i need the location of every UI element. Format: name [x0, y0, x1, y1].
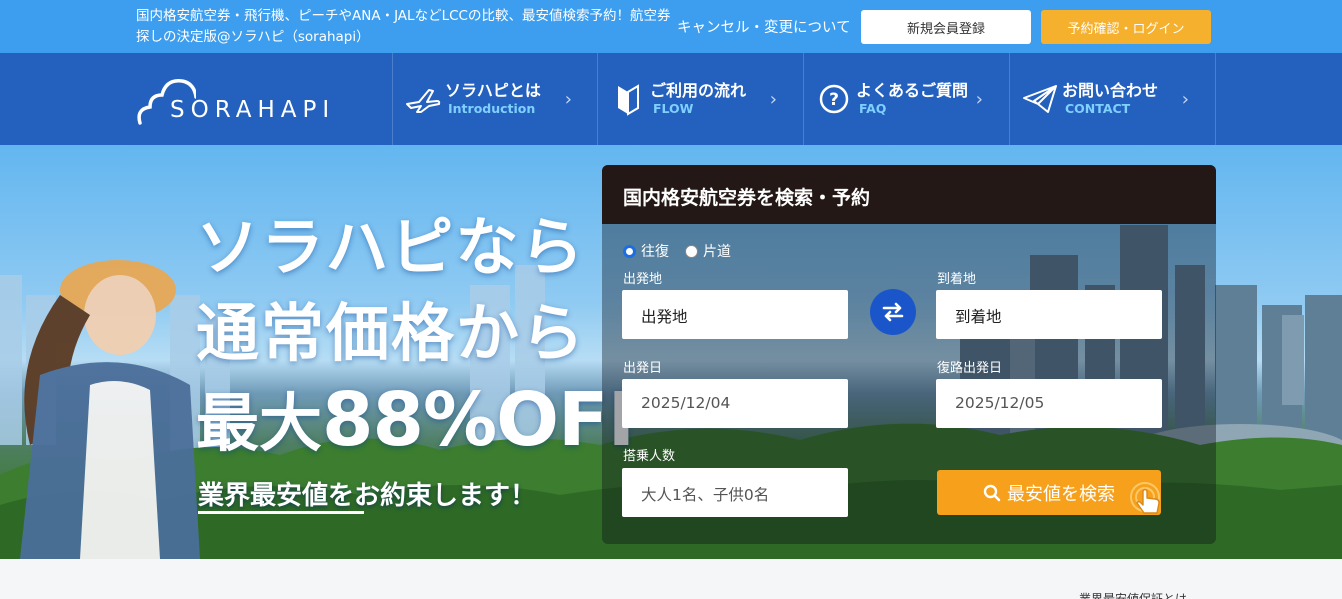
chevron-right-icon: ›: [1181, 89, 1189, 110]
departure-label: 出発地: [623, 272, 663, 287]
headline-line-1: ソラハピなら: [196, 211, 586, 284]
cancel-change-link[interactable]: キャンセル・変更について: [677, 16, 851, 37]
departure-input[interactable]: 出発地: [622, 290, 848, 339]
airplane-icon: [405, 81, 441, 117]
question-icon: ?: [816, 81, 852, 117]
nav-sublabel: FAQ: [859, 101, 887, 116]
promise-underline: [198, 511, 364, 514]
nav-sublabel: CONTACT: [1065, 101, 1131, 116]
nav-label: ご利用の流れ: [650, 81, 747, 100]
svg-text:?: ?: [829, 90, 839, 110]
chevron-right-icon: ›: [975, 89, 983, 110]
search-button-label: 最安値を検索: [1007, 483, 1115, 505]
login-button[interactable]: 予約確認・ログイン: [1041, 10, 1211, 44]
headline-prefix: 最大: [196, 387, 322, 460]
passengers-label: 搭乗人数: [623, 449, 676, 464]
nav-item-faq[interactable]: ? よくあるご質問 FAQ ›: [803, 53, 1009, 145]
hero-promise: 業界最安値をお約束します！: [198, 475, 537, 514]
nav-item-contact[interactable]: お問い合わせ CONTACT ›: [1009, 53, 1215, 145]
top-bar: 国内格安航空券・飛行機、ピーチやANA・JALなどLCCの比較、最安値検索予約！…: [0, 0, 1342, 53]
depart-date-input[interactable]: 2025/12/04: [622, 379, 848, 428]
tap-hand-icon: [1130, 482, 1160, 514]
headline-line-2: 通常価格から: [196, 297, 586, 370]
passengers-input[interactable]: 大人1名、子供0名: [622, 468, 848, 517]
arrival-input[interactable]: 到着地: [936, 290, 1162, 339]
radio-dot-selected: [623, 244, 636, 258]
beginner-mark-icon: [610, 81, 646, 117]
return-date-input[interactable]: 2025/12/05: [936, 379, 1162, 428]
trip-type-radios: 往復 片道: [623, 241, 731, 261]
nav-label: お問い合わせ: [1062, 81, 1159, 100]
return-date-label: 復路出発日: [937, 361, 1003, 376]
radio-label: 片道: [703, 244, 731, 260]
swap-arrows-icon: [882, 302, 904, 322]
nav-sublabel: FLOW: [653, 101, 694, 116]
radio-dot: [685, 244, 698, 258]
nav-item-flow[interactable]: ご利用の流れ FLOW ›: [597, 53, 803, 145]
nav-sublabel: Introduction: [448, 101, 536, 116]
headline-line-3: 最大88%OFF: [196, 377, 658, 467]
nav-label: よくあるご質問: [856, 81, 969, 100]
chevron-right-icon: ›: [769, 89, 777, 110]
flight-search-panel: 国内格安航空券を検索・予約 往復 片道 出発地 到着地 出発地 到着地 出発日 …: [602, 165, 1216, 544]
depart-date-label: 出発日: [623, 361, 663, 376]
sorahapi-logo[interactable]: SORAHAPI: [136, 73, 376, 129]
chevron-right-icon: ›: [564, 89, 572, 110]
main-nav: SORAHAPI ソラハピとは Introduction › ご利用の流れ FL…: [0, 53, 1342, 145]
radio-round-trip[interactable]: 往復: [623, 241, 669, 261]
swap-airports-button[interactable]: [870, 289, 916, 335]
price-guarantee-link[interactable]: 業界最安値保証とは: [1079, 590, 1187, 599]
search-icon: [983, 484, 1001, 501]
search-panel-title: 国内格安航空券を検索・予約: [602, 165, 1216, 224]
nav-item-introduction[interactable]: ソラハピとは Introduction ›: [392, 53, 598, 145]
nav-label: ソラハピとは: [445, 81, 541, 100]
site-tagline: 国内格安航空券・飛行機、ピーチやANA・JALなどLCCの比較、最安値検索予約！…: [136, 8, 671, 45]
hero-headline: ソラハピなら 通常価格から 最大88%OFF: [196, 205, 658, 467]
logo-text: SORAHAPI: [170, 97, 336, 123]
nav-divider: [1215, 53, 1216, 145]
arrival-label: 到着地: [937, 272, 977, 287]
radio-one-way[interactable]: 片道: [685, 241, 731, 261]
paper-plane-icon: [1022, 81, 1058, 117]
promise-text: 業界最安値をお約束します！: [198, 481, 537, 511]
register-button[interactable]: 新規会員登録: [861, 10, 1031, 44]
radio-label: 往復: [641, 244, 669, 260]
